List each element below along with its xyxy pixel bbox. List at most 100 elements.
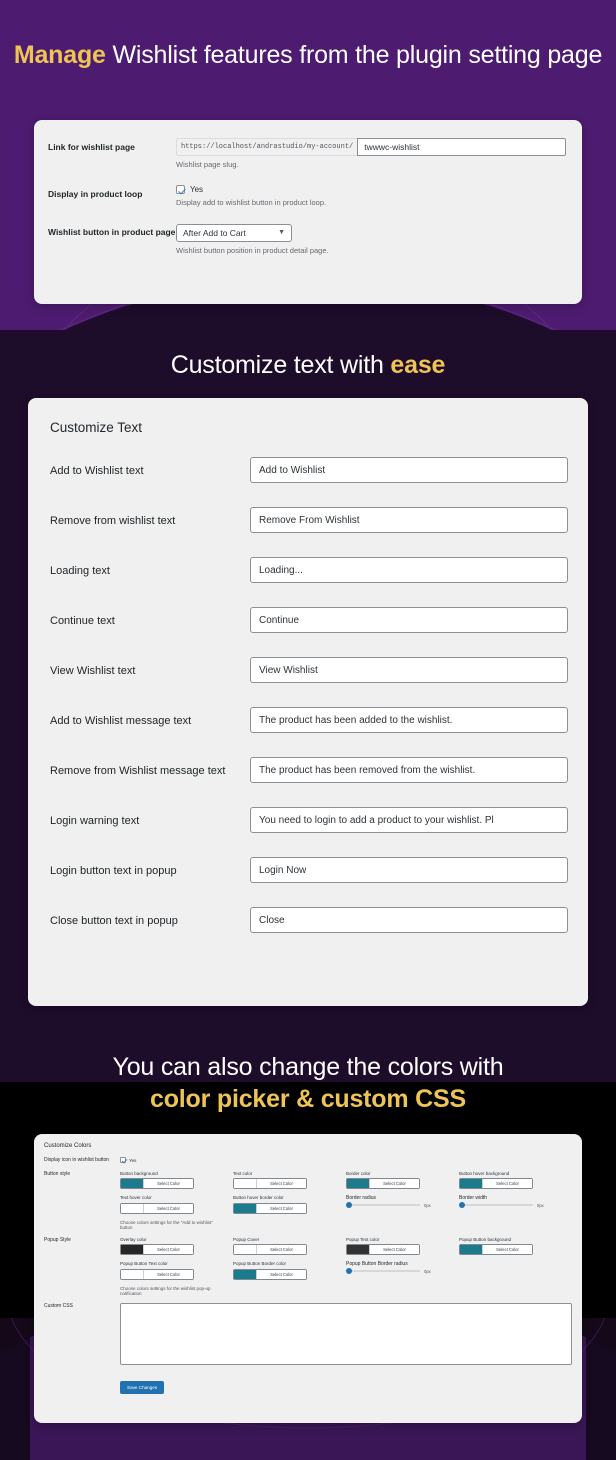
select-color-button[interactable]: Select Color [143, 1245, 193, 1254]
button-position-select-wrap[interactable]: After Add to Cart ▼ [176, 223, 292, 242]
setting-help-text: Wishlist page slug. [176, 160, 566, 169]
color-swatch [460, 1245, 482, 1254]
field-label: Button style [44, 1171, 120, 1230]
customize-colors-panel: Customize Colors Display icon in wishlis… [34, 1134, 582, 1423]
title-3-line2: color picker & custom CSS [0, 1084, 616, 1116]
color-picker[interactable]: Select Color [120, 1244, 194, 1255]
text-row-view-wishlist: View Wishlist text View Wishlist [50, 657, 568, 683]
custom-css-textarea[interactable] [120, 1303, 572, 1365]
checkbox-checked-icon[interactable] [176, 185, 185, 194]
title-2-highlight: ease [390, 351, 445, 379]
setting-label: Link for wishlist page [48, 138, 176, 169]
popup-border-radius-slider[interactable] [346, 1267, 420, 1275]
colors-row-custom-css: Custom CSS [44, 1303, 572, 1365]
button-position-select[interactable]: After Add to Cart [176, 224, 292, 242]
remove-from-wishlist-text-input[interactable]: Remove From Wishlist [250, 507, 568, 533]
field-label: Continue text [50, 607, 250, 630]
display-loop-checkbox-row[interactable]: Yes [176, 185, 566, 194]
login-button-text-input[interactable]: Login Now [250, 857, 568, 883]
field-label: View Wishlist text [50, 657, 250, 680]
checkbox-label: Yes [129, 1158, 136, 1163]
slider-track [346, 1204, 420, 1206]
color-picker[interactable]: Select Color [233, 1244, 307, 1255]
page-title-2: Customize text with ease [0, 350, 616, 382]
border-radius-slider[interactable] [346, 1201, 420, 1209]
select-color-button[interactable]: Select Color [256, 1270, 306, 1279]
slider-value: 0px [424, 1203, 431, 1208]
color-picker[interactable]: Select Color [233, 1269, 307, 1280]
title-2-rest: Customize text with [171, 351, 391, 379]
colors-row-display-icon: Display icon in wishlist button Yes [44, 1157, 572, 1164]
color-field-name: Popup Button Border color [233, 1261, 338, 1266]
color-swatch [234, 1245, 256, 1254]
select-color-button[interactable]: Select Color [143, 1270, 193, 1279]
add-message-text-input[interactable]: The product has been added to the wishli… [250, 707, 568, 733]
color-picker[interactable]: Select Color [120, 1203, 194, 1214]
field-label: Login warning text [50, 807, 250, 830]
wishlist-slug-input[interactable] [357, 138, 566, 156]
color-picker[interactable]: Select Color [233, 1178, 307, 1189]
loading-text-input[interactable]: Loading... [250, 557, 568, 583]
select-color-button[interactable]: Select Color [256, 1204, 306, 1213]
color-picker[interactable]: Select Color [120, 1269, 194, 1280]
color-picker[interactable]: Select Color [346, 1178, 420, 1189]
colors-row-button-style: Button style Button background Select Co… [44, 1171, 572, 1230]
setting-row-button-position: Wishlist button in product page After Ad… [48, 223, 566, 255]
color-field-popup-button-background: Popup Button background Select Color [459, 1237, 564, 1255]
checkbox-checked-icon[interactable] [120, 1157, 126, 1163]
close-button-text-input[interactable]: Close [250, 907, 568, 933]
color-field-overlay-color: Overlay color Select Color [120, 1237, 225, 1255]
text-row-login-button: Login button text in popup Login Now [50, 857, 568, 883]
slider-field-popup-button-border-radius: Popup Button Border radius 0px [346, 1261, 451, 1275]
color-picker[interactable]: Select Color [459, 1178, 533, 1189]
text-row-loading: Loading text Loading... [50, 557, 568, 583]
login-warning-text-input[interactable]: You need to login to add a product to yo… [250, 807, 568, 833]
text-row-remove-from-wishlist: Remove from wishlist text Remove From Wi… [50, 507, 568, 533]
select-color-button[interactable]: Select Color [143, 1179, 193, 1188]
field-label: Remove from wishlist text [50, 507, 250, 530]
select-color-button[interactable]: Select Color [256, 1179, 306, 1188]
slider-knob[interactable] [346, 1202, 352, 1208]
select-color-button[interactable]: Select Color [482, 1179, 532, 1188]
color-swatch [234, 1179, 256, 1188]
slider-knob[interactable] [346, 1268, 352, 1274]
field-label: Popup Style [44, 1237, 120, 1296]
save-changes-button[interactable]: Save Changes [120, 1381, 164, 1394]
continue-text-input[interactable]: Continue [250, 607, 568, 633]
color-picker[interactable]: Select Color [233, 1203, 307, 1214]
page-title-1: Manage Wishlist features from the plugin… [0, 40, 616, 72]
color-swatch [121, 1179, 143, 1188]
border-width-slider[interactable] [459, 1201, 533, 1209]
color-field-name: Popup Text color [346, 1237, 451, 1242]
color-swatch [121, 1204, 143, 1213]
select-color-button[interactable]: Select Color [369, 1179, 419, 1188]
select-color-button[interactable]: Select Color [369, 1245, 419, 1254]
color-field-popup-text-color: Popup Text color Select Color [346, 1237, 451, 1255]
color-picker[interactable]: Select Color [120, 1178, 194, 1189]
color-field-popup-button-border-color: Popup Button Border color Select Color [233, 1261, 338, 1279]
view-wishlist-text-input[interactable]: View Wishlist [250, 657, 568, 683]
add-to-wishlist-text-input[interactable]: Add to Wishlist [250, 457, 568, 483]
promo-page: Manage Wishlist features from the plugin… [0, 0, 616, 1460]
color-swatch [121, 1270, 143, 1279]
select-color-button[interactable]: Select Color [482, 1245, 532, 1254]
color-field-name: Border color [346, 1171, 451, 1176]
text-row-login-warning: Login warning text You need to login to … [50, 807, 568, 833]
color-picker[interactable]: Select Color [459, 1244, 533, 1255]
slider-knob[interactable] [459, 1202, 465, 1208]
color-field-name: Button background [120, 1171, 225, 1176]
color-swatch [234, 1270, 256, 1279]
color-field-name: Popup Cover [233, 1237, 338, 1242]
color-swatch [460, 1179, 482, 1188]
setting-label: Wishlist button in product page [48, 223, 176, 255]
color-field-text-color: Text color Select Color [233, 1171, 338, 1189]
select-color-button[interactable]: Select Color [256, 1245, 306, 1254]
select-color-button[interactable]: Select Color [143, 1204, 193, 1213]
color-picker[interactable]: Select Color [346, 1244, 420, 1255]
color-field-button-background: Button background Select Color [120, 1171, 225, 1189]
slider-track [459, 1204, 533, 1206]
remove-message-text-input[interactable]: The product has been removed from the wi… [250, 757, 568, 783]
checkbox-label: Yes [190, 185, 203, 194]
slider-field-border-width: Border width 0px [459, 1195, 564, 1209]
display-icon-checkbox-row[interactable]: Yes [120, 1157, 572, 1163]
